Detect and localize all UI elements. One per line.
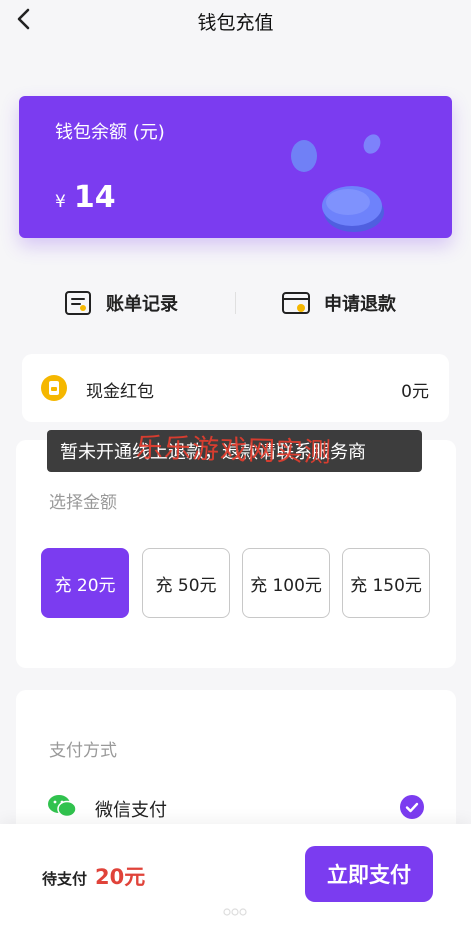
receipt-icon xyxy=(65,291,91,315)
wallet-balance-card: 钱包余额 (元) ¥14 xyxy=(19,96,452,238)
watermark-text: 乐乐游戏网实测 xyxy=(135,432,333,469)
apply-refund-button[interactable]: 申请退款 xyxy=(280,286,396,320)
cash-red-packet-value: 0元 xyxy=(401,382,429,402)
wechat-pay-label[interactable]: 微信支付 xyxy=(95,796,167,822)
check-icon xyxy=(405,802,419,813)
payment-section-title: 支付方式 xyxy=(49,741,117,761)
amount-option-20[interactable]: 充 20元 xyxy=(41,548,129,618)
currency-symbol: ¥ xyxy=(55,192,66,212)
wallet-balance-label: 钱包余额 (元) xyxy=(55,122,165,143)
wallet-balance-amount: ¥14 xyxy=(55,180,116,215)
bill-records-label: 账单记录 xyxy=(106,294,178,315)
amount-due-label: 待支付 xyxy=(42,870,88,888)
amount-option-50[interactable]: 充 50元 xyxy=(142,548,230,618)
refund-card-icon xyxy=(282,292,310,314)
amount-section-title: 选择金额 xyxy=(49,493,117,513)
coins-illustration-icon xyxy=(291,134,384,232)
wallet-actions: 账单记录 申请退款 xyxy=(0,280,471,326)
apply-refund-label: 申请退款 xyxy=(324,294,396,315)
amount-option-100[interactable]: 充 100元 xyxy=(242,548,330,618)
page-indicator-icon xyxy=(223,908,247,916)
cash-red-packet-label: 现金红包 xyxy=(86,382,154,402)
payment-selected-check[interactable] xyxy=(400,795,424,819)
cash-red-packet-row[interactable]: 现金红包 0元 xyxy=(22,354,449,422)
amount-due-value: 20元 xyxy=(95,865,146,889)
checkout-bar: 待支付 20元 立即支付 xyxy=(0,824,471,926)
bill-records-button[interactable]: 账单记录 xyxy=(62,286,178,320)
wechat-pay-icon xyxy=(48,795,76,818)
actions-divider xyxy=(235,292,236,314)
amount-option-150[interactable]: 充 150元 xyxy=(342,548,430,618)
top-bar: 钱包充值 xyxy=(0,0,471,40)
page-title: 钱包充值 xyxy=(197,12,274,34)
amount-selection-card: 选择金额 充 20元 充 50元 充 100元 充 150元 xyxy=(16,440,456,668)
balance-value: 14 xyxy=(73,180,116,215)
pay-now-button[interactable]: 立即支付 xyxy=(305,846,433,902)
red-packet-icon xyxy=(41,375,67,401)
